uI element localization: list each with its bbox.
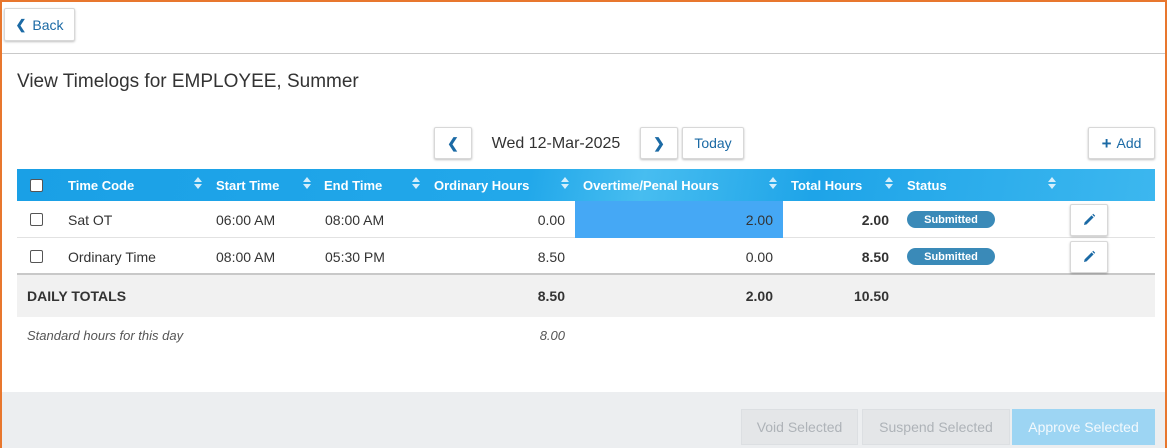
status-badge: Submitted (907, 211, 995, 228)
start-time-cell: 06:00 AM (216, 211, 276, 228)
col-ordinary-hours[interactable]: Ordinary Hours (434, 169, 529, 201)
approve-selected-button[interactable]: Approve Selected (1012, 409, 1155, 445)
pencil-icon (1084, 250, 1096, 262)
timelog-table: Time Code Start Time End Time Ordinary H… (17, 169, 1155, 353)
col-time-code[interactable]: Time Code (68, 169, 134, 201)
next-day-button[interactable]: ❯ (640, 127, 678, 159)
status-cell: Submitted (907, 238, 995, 275)
overtime-hours-cell: 2.00 (575, 201, 783, 238)
page-title: View Timelogs for EMPLOYEE, Summer (17, 71, 359, 92)
start-time-cell: 08:00 AM (216, 248, 276, 265)
sort-icon[interactable] (412, 177, 420, 191)
sort-icon[interactable] (885, 177, 893, 191)
sort-icon[interactable] (561, 177, 569, 191)
edit-button[interactable] (1070, 204, 1108, 236)
row-select-cell (30, 238, 43, 275)
col-overtime-hours[interactable]: Overtime/Penal Hours (583, 169, 719, 201)
sort-icon[interactable] (194, 177, 202, 191)
standard-hours-row: Standard hours for this day 8.00 (17, 317, 1155, 353)
col-total-hours[interactable]: Total Hours (791, 169, 862, 201)
select-all-cell (30, 169, 43, 201)
pencil-icon (1084, 213, 1096, 225)
standard-hours-label: Standard hours for this day (27, 327, 184, 343)
action-footer: Void Selected Suspend Selected Approve S… (2, 392, 1165, 448)
daily-overtime-total: 2.00 (745, 288, 773, 304)
daily-totals-label: DAILY TOTALS (27, 288, 127, 304)
previous-day-button[interactable]: ❮ (434, 127, 472, 159)
edit-button[interactable] (1070, 241, 1108, 273)
add-label: Add (1116, 135, 1142, 151)
back-label: Back (32, 16, 64, 33)
overtime-hours-cell: 0.00 (745, 248, 773, 265)
top-bar: ❮ Back (2, 2, 1165, 54)
end-time-cell: 05:30 PM (325, 248, 385, 265)
current-date: Wed 12-Mar-2025 (491, 135, 621, 152)
select-all-checkbox[interactable] (30, 178, 43, 192)
chevron-left-icon: ❮ (15, 16, 27, 32)
total-hours-cell: 2.00 (861, 211, 889, 228)
row-checkbox[interactable] (30, 213, 43, 226)
sort-icon[interactable] (1048, 177, 1056, 191)
daily-totals-row: DAILY TOTALS 8.50 2.00 10.50 (17, 275, 1155, 317)
suspend-selected-button[interactable]: Suspend Selected (862, 409, 1010, 445)
add-button[interactable]: + Add (1088, 127, 1155, 159)
table-row: Ordinary Time 08:00 AM 05:30 PM 8.50 0.0… (17, 238, 1155, 275)
col-end-time[interactable]: End Time (324, 169, 382, 201)
status-cell: Submitted (907, 201, 995, 238)
end-time-cell: 08:00 AM (325, 211, 385, 228)
sort-icon[interactable] (303, 177, 311, 191)
today-button[interactable]: Today (682, 127, 744, 159)
table-header: Time Code Start Time End Time Ordinary H… (17, 169, 1155, 201)
chevron-right-icon: ❯ (653, 134, 665, 151)
time-code-cell: Ordinary Time (68, 248, 156, 265)
row-checkbox[interactable] (30, 250, 43, 263)
standard-hours-value: 8.00 (539, 327, 565, 343)
ordinary-hours-cell: 0.00 (537, 211, 565, 228)
back-button[interactable]: ❮ Back (4, 8, 75, 41)
void-selected-button[interactable]: Void Selected (741, 409, 858, 445)
col-status[interactable]: Status (907, 169, 947, 201)
sort-icon[interactable] (769, 177, 777, 191)
time-code-cell: Sat OT (68, 211, 113, 228)
table-row: Sat OT 06:00 AM 08:00 AM 0.00 2.00 2.00 … (17, 201, 1155, 238)
plus-icon: + (1101, 133, 1112, 153)
row-select-cell (30, 201, 43, 238)
daily-total-hours: 10.50 (853, 288, 889, 304)
col-start-time[interactable]: Start Time (216, 169, 279, 201)
ordinary-hours-cell: 8.50 (537, 248, 565, 265)
daily-ordinary-total: 8.50 (537, 288, 565, 304)
status-badge: Submitted (907, 248, 995, 265)
total-hours-cell: 8.50 (861, 248, 889, 265)
chevron-left-icon: ❮ (447, 134, 459, 151)
